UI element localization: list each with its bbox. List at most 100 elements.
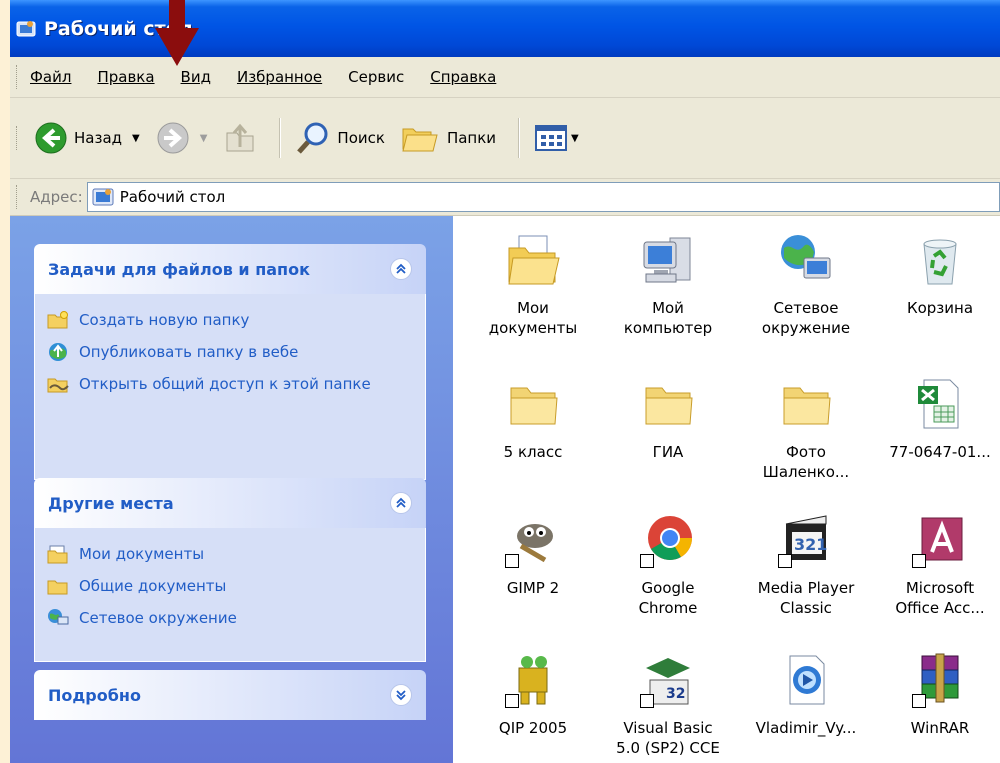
desktop-item-winrar[interactable]: WinRAR	[875, 652, 1000, 738]
other-places-panel: Другие места Мои документы Общие докумен…	[34, 478, 426, 662]
desktop-item-excel-file[interactable]: 77-0647-01...	[875, 376, 1000, 462]
item-label: WinRAR	[910, 719, 970, 737]
excel-file-icon	[918, 379, 959, 429]
toolbar: Назад ▼ ▼ Поиск Папки ▼	[10, 98, 1000, 179]
collapse-icon[interactable]	[390, 258, 412, 280]
views-button[interactable]: ▼	[530, 118, 583, 158]
new-folder-icon	[47, 311, 68, 329]
toolbar-grip[interactable]	[16, 126, 20, 150]
collapse-icon[interactable]	[390, 492, 412, 514]
shortcut-arrow-icon	[912, 694, 926, 708]
views-dropdown-icon[interactable]: ▼	[571, 133, 579, 144]
desktop-item-media-player-classic[interactable]: 321 Media Player Classic	[741, 512, 871, 618]
item-label: Google Chrome	[638, 579, 698, 617]
item-label: Фото Шаленко...	[762, 443, 850, 481]
my-documents-icon	[47, 545, 68, 564]
folder-icon	[783, 387, 831, 425]
address-value: Рабочий стол	[119, 188, 226, 206]
menu-grip[interactable]	[16, 65, 20, 89]
desktop-item-gimp[interactable]: GIMP 2	[468, 512, 598, 598]
item-label: QIP 2005	[498, 719, 568, 737]
back-arrow-icon	[35, 122, 67, 154]
red-arrow-pointer-icon	[155, 0, 199, 66]
desktop-item-my-documents[interactable]: Мои документы	[468, 232, 598, 338]
details-panel-header[interactable]: Подробно	[34, 670, 426, 720]
item-label: Media Player Classic	[757, 579, 855, 617]
desktop-icon	[92, 188, 114, 206]
desktop-item-gia[interactable]: ГИА	[603, 376, 733, 462]
my-documents-icon	[508, 235, 560, 285]
menu-help[interactable]: Справка	[430, 68, 496, 86]
forward-button[interactable]: ▼	[152, 118, 212, 158]
details-panel: Подробно	[34, 670, 426, 720]
desktop-item-qip[interactable]: QIP 2005	[468, 652, 598, 738]
address-bar: Адрес: Рабочий стол	[10, 179, 1000, 216]
desktop-item-network-places[interactable]: Сетевое окружение	[741, 232, 871, 338]
network-places-link[interactable]: Сетевое окружение	[47, 608, 413, 628]
create-folder-link[interactable]: Создать новую папку	[47, 310, 413, 330]
address-label: Адрес:	[30, 188, 83, 206]
back-dropdown-icon[interactable]: ▼	[132, 133, 140, 144]
desktop-item-ms-access[interactable]: Microsoft Office Acc...	[875, 512, 1000, 618]
media-file-icon	[789, 655, 825, 705]
desktop-items-view[interactable]: Мои документы Мой компьютер Сетевое окру…	[453, 216, 1000, 763]
item-label: Мой компьютер	[623, 299, 713, 337]
shortcut-arrow-icon	[505, 554, 519, 568]
menu-tools[interactable]: Сервис	[348, 68, 404, 86]
desktop-item-chrome[interactable]: Google Chrome	[603, 512, 733, 618]
item-label: Vladimir_Vy...	[755, 719, 857, 737]
task-pane: Задачи для файлов и папок Создать новую …	[10, 216, 453, 763]
my-documents-link[interactable]: Мои документы	[47, 544, 413, 564]
shared-documents-link[interactable]: Общие документы	[47, 576, 413, 596]
desktop-item-my-computer[interactable]: Мой компьютер	[603, 232, 733, 338]
toolbar-separator-2	[518, 118, 521, 158]
search-button[interactable]: Поиск	[291, 118, 389, 158]
menu-view[interactable]: Вид	[181, 68, 211, 86]
other-places-body: Мои документы Общие документы Сетевое ок…	[34, 528, 426, 662]
item-label: GIMP 2	[506, 579, 560, 597]
menu-edit[interactable]: Правка	[97, 68, 154, 86]
publish-folder-link[interactable]: Опубликовать папку в вебе	[47, 342, 413, 362]
back-button[interactable]: Назад ▼	[30, 118, 144, 158]
menu-favorites[interactable]: Избранное	[237, 68, 322, 86]
item-label: ГИА	[652, 443, 684, 461]
share-folder-icon	[47, 378, 69, 393]
item-label: Мои документы	[488, 299, 578, 337]
network-places-icon	[48, 609, 69, 625]
shortcut-arrow-icon	[640, 694, 654, 708]
views-icon	[535, 125, 568, 151]
search-icon	[297, 122, 328, 154]
shared-folder-icon	[47, 580, 68, 595]
tasks-panel-body: Создать новую папку Опубликовать папку в…	[34, 294, 426, 480]
svg-text:321: 321	[794, 535, 827, 554]
up-button[interactable]	[219, 118, 261, 158]
shortcut-arrow-icon	[640, 554, 654, 568]
folders-button[interactable]: Папки	[397, 118, 500, 158]
desktop-item-5-klass[interactable]: 5 класс	[468, 376, 598, 462]
menu-file[interactable]: Файл	[30, 68, 71, 86]
desktop-icon	[16, 20, 36, 36]
desktop-item-foto[interactable]: Фото Шаленко...	[741, 376, 871, 482]
toolbar-separator	[279, 118, 282, 158]
desktop-item-visual-basic[interactable]: 32 Visual Basic 5.0 (SP2) CCE	[603, 652, 733, 758]
network-places-icon	[781, 235, 831, 279]
desktop-item-recycle-bin[interactable]: Корзина	[875, 232, 1000, 318]
my-computer-icon	[643, 237, 691, 283]
item-label: 5 класс	[503, 443, 563, 461]
share-folder-link[interactable]: Открыть общий доступ к этой папке	[47, 374, 413, 394]
forward-dropdown-icon[interactable]: ▼	[200, 133, 208, 144]
explorer-window: Рабочий стол Файл Правка Вид Избранное С…	[10, 0, 1000, 763]
other-places-header[interactable]: Другие места	[34, 478, 426, 528]
item-label: 77-0647-01...	[889, 443, 991, 461]
expand-icon[interactable]	[390, 684, 412, 706]
forward-arrow-icon	[157, 122, 189, 154]
folder-icon	[510, 387, 558, 425]
tasks-panel-header[interactable]: Задачи для файлов и папок	[34, 244, 426, 294]
desktop-item-vladimir-media[interactable]: Vladimir_Vy...	[741, 652, 871, 738]
address-grip[interactable]	[16, 185, 20, 209]
recycle-bin-icon	[923, 239, 957, 285]
shortcut-arrow-icon	[505, 694, 519, 708]
folders-icon	[402, 128, 438, 152]
up-folder-icon	[226, 123, 254, 152]
address-field[interactable]: Рабочий стол	[86, 182, 1000, 212]
